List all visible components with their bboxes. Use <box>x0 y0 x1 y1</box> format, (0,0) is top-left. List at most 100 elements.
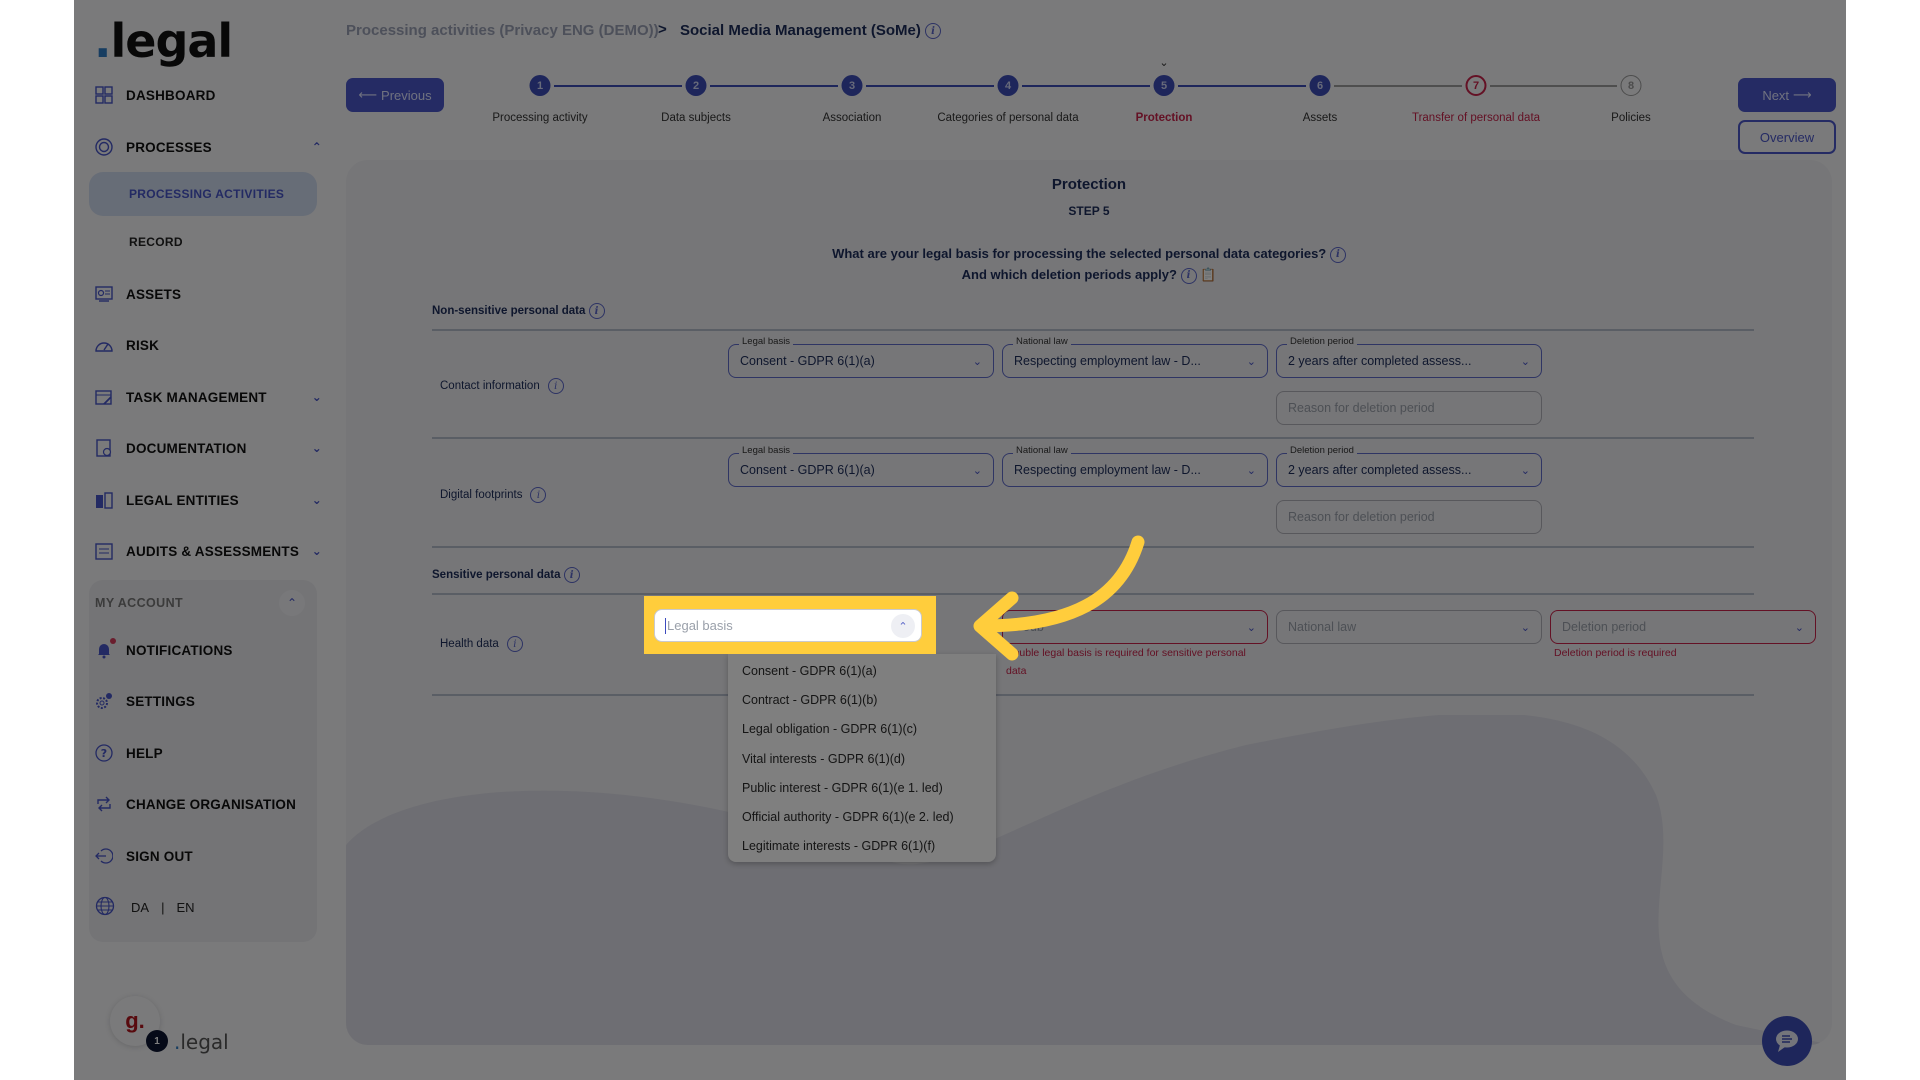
info-icon[interactable]: i <box>563 567 580 583</box>
overview-button[interactable]: Overview <box>1738 120 1836 154</box>
sidebar-item-sign-out[interactable]: Sign out <box>94 842 330 870</box>
step-7-circle[interactable]: 7 <box>1465 75 1487 96</box>
step-3-circle[interactable]: 3 <box>841 75 863 96</box>
risk-gauge-icon <box>94 335 114 355</box>
lang-da[interactable]: DA <box>131 900 149 915</box>
sidebar-item-help[interactable]: ? Help <box>94 739 330 767</box>
chat-button[interactable] <box>1762 1016 1812 1066</box>
audit-icon <box>94 541 114 561</box>
step-1-circle[interactable]: 1 <box>529 75 551 96</box>
breadcrumb-parent[interactable]: Processing activities (Privacy ENG (DEMO… <box>346 22 659 39</box>
legal-basis-dropdown: Consent - GDPR 6(1)(a) Contract - GDPR 6(… <box>728 654 996 862</box>
info-icon[interactable]: i <box>547 378 564 394</box>
previous-button[interactable]: ⟵ Previous <box>346 78 444 112</box>
sidebar-item-task-management[interactable]: Task management ⌄ <box>94 383 330 411</box>
chevron-down-icon: ⌄ <box>1246 621 1256 634</box>
chevron-down-icon[interactable]: ⌄ <box>312 493 322 507</box>
step-7-label[interactable]: Transfer of personal data <box>1412 112 1540 124</box>
sidebar-item-audits[interactable]: Audits & assessments ⌄ <box>94 537 330 565</box>
info-icon[interactable]: i <box>588 303 605 319</box>
sidebar-item-change-organisation[interactable]: Change organisation <box>94 790 330 818</box>
arrow-right-icon: ⟶ <box>1793 87 1812 102</box>
chevron-down-icon[interactable]: ⌄ <box>312 441 322 455</box>
chevron-up-icon[interactable]: ⌃ <box>279 590 305 616</box>
national-law-select[interactable]: National law Respecting employment law - … <box>1002 445 1268 487</box>
section-title: Protection <box>1051 176 1127 193</box>
info-icon[interactable]: i <box>925 23 942 40</box>
national-law-select[interactable]: National law Respecting employment law - … <box>1002 336 1268 378</box>
dashboard-grid-icon <box>94 85 114 105</box>
chevron-down-icon: ⌄ <box>1520 621 1530 634</box>
chevron-down-icon[interactable]: ⌄ <box>312 390 322 404</box>
stepper-connector <box>554 85 682 87</box>
legal-basis-option[interactable]: Consent - GDPR 6(1)(a) <box>728 656 996 685</box>
legal-basis-option[interactable]: Public interest - GDPR 6(1)(e 1. led) <box>728 773 996 802</box>
step-2-label[interactable]: Data subjects <box>661 112 731 124</box>
divider <box>432 329 1754 331</box>
sidebar-item-documentation[interactable]: Documentation ⌄ <box>94 434 330 462</box>
question-deletion: And which deletion periods apply? i 📋 <box>961 267 1217 284</box>
bell-icon <box>94 638 116 660</box>
deletion-period-select[interactable]: Deletion period ⌄ <box>1550 610 1816 644</box>
legal-basis-option[interactable]: Official authority - GDPR 6(1)(e 2. led) <box>728 802 996 831</box>
assets-icon <box>94 284 114 304</box>
health-data-legal-basis-input[interactable]: Legal basis ⌃ <box>654 609 922 642</box>
info-icon[interactable]: i <box>530 487 547 503</box>
step-8-circle[interactable]: 8 <box>1620 75 1642 96</box>
next-button[interactable]: Next ⟶ <box>1738 78 1836 112</box>
sidebar-item-processing-activities[interactable]: Processing activities <box>129 187 284 201</box>
sidebar-item-notifications[interactable]: Notifications <box>94 636 330 664</box>
step-8-label[interactable]: Policies <box>1611 112 1651 124</box>
breadcrumb-separator-icon: > <box>658 21 667 38</box>
step-4-label[interactable]: Categories of personal data <box>937 112 1078 124</box>
step-4-circle[interactable]: 4 <box>997 75 1019 96</box>
non-sensitive-heading: Non-sensitive personal data i <box>432 303 605 319</box>
sidebar-item-processes[interactable]: Processes ⌃ <box>94 133 330 161</box>
sidebar-item-settings[interactable]: Settings <box>94 687 330 715</box>
step-6-circle[interactable]: 6 <box>1309 75 1331 96</box>
step-3-label[interactable]: Association <box>823 112 882 124</box>
legal-basis-option[interactable]: Legitimate interests - GDPR 6(1)(f) <box>728 832 996 861</box>
clipboard-icon[interactable]: 📋 <box>1200 267 1216 282</box>
lang-en[interactable]: EN <box>176 900 194 915</box>
chevron-down-icon[interactable]: ⌄ <box>312 544 322 558</box>
stepper-connector <box>1178 85 1306 87</box>
legal-basis-option[interactable]: Contract - GDPR 6(1)(b) <box>728 685 996 714</box>
national-law-select[interactable]: National law ⌄ <box>1276 610 1542 644</box>
sidebar-item-dashboard[interactable]: Dashboard <box>94 81 330 109</box>
step-2-circle[interactable]: 2 <box>685 75 707 96</box>
processes-icon <box>94 137 114 157</box>
sidebar-item-assets[interactable]: Assets <box>94 280 330 308</box>
step-1-label[interactable]: Processing activity <box>492 112 587 124</box>
deletion-period-select[interactable]: Deletion period 2 years after completed a… <box>1276 336 1542 378</box>
info-icon[interactable]: i <box>1329 246 1346 263</box>
info-icon[interactable]: i <box>506 636 523 652</box>
legal-basis-select[interactable]: Legal basis Consent - GDPR 6(1)(a) ⌄ <box>728 445 994 487</box>
sidebar-item-record[interactable]: Record <box>129 235 183 249</box>
chevron-down-icon: ⌄ <box>1794 621 1804 634</box>
gear-icon <box>94 691 114 711</box>
notification-count-badge: 1 <box>146 1030 168 1052</box>
globe-icon <box>95 896 115 919</box>
arrow-left-icon: ⟵ <box>358 87 378 102</box>
deletion-period-select[interactable]: Deletion period 2 years after completed a… <box>1276 445 1542 487</box>
step-5-circle[interactable]: 5 <box>1153 75 1175 96</box>
divider <box>432 437 1754 439</box>
step-6-label[interactable]: Assets <box>1303 112 1338 124</box>
info-icon[interactable]: i <box>1180 267 1197 284</box>
legal-basis-option[interactable]: Legal obligation - GDPR 6(1)(c) <box>728 715 996 744</box>
chevron-up-icon[interactable]: ⌃ <box>312 140 322 154</box>
chevron-down-icon: ⌄ <box>1246 355 1256 368</box>
step-5-label[interactable]: Protection <box>1136 112 1193 124</box>
step-indicator: STEP 5 <box>1068 204 1110 218</box>
documentation-icon <box>94 438 114 458</box>
sidebar-item-risk[interactable]: Risk <box>94 331 330 359</box>
legal-basis-option[interactable]: Vital interests - GDPR 6(1)(d) <box>728 744 996 773</box>
chevron-up-icon[interactable]: ⌃ <box>891 614 915 638</box>
reason-for-deletion-input[interactable]: Reason for deletion period <box>1276 500 1542 534</box>
reason-for-deletion-input[interactable]: Reason for deletion period <box>1276 391 1542 425</box>
help-icon: ? <box>94 743 114 763</box>
sidebar-item-legal-entities[interactable]: Legal entities ⌄ <box>94 486 330 514</box>
legal-basis-select[interactable]: Legal basis Consent - GDPR 6(1)(a) ⌄ <box>728 336 994 378</box>
brand-logo[interactable]: .legal <box>94 14 233 68</box>
